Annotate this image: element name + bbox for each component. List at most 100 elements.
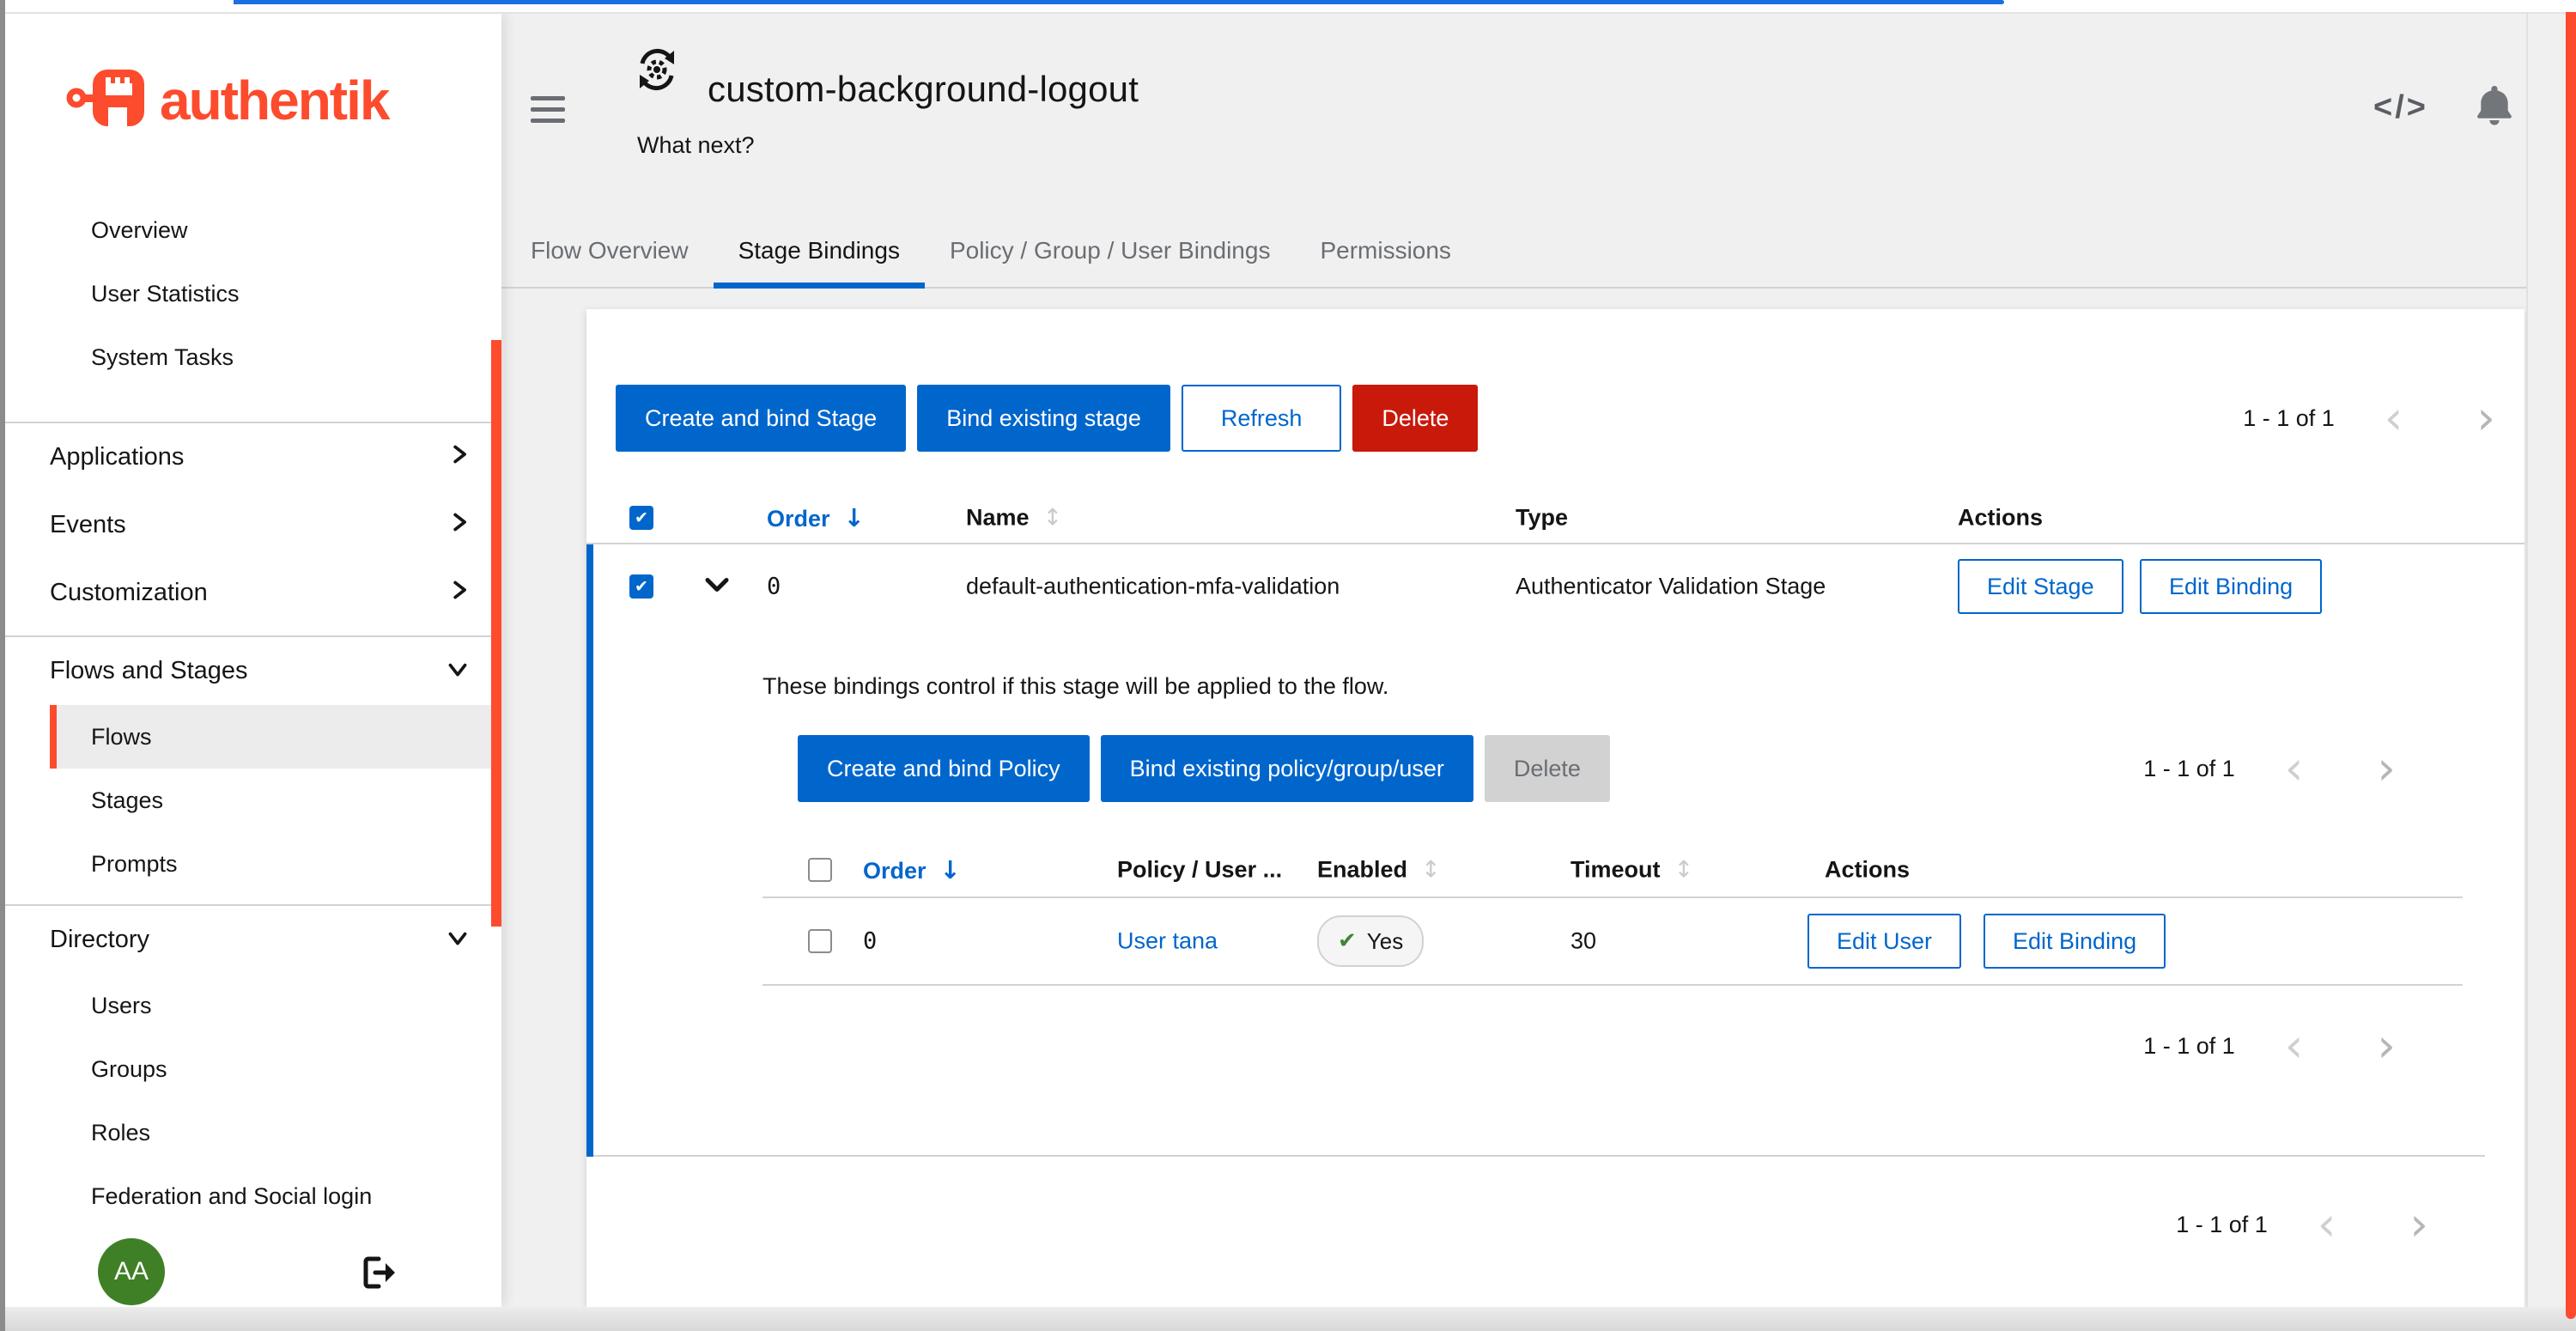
next-page-icon[interactable]: ›: [2377, 751, 2396, 786]
pagination-range: 1 - 1 of 1: [2243, 405, 2335, 432]
edit-binding-button[interactable]: Edit Binding: [2140, 559, 2322, 614]
notifications-bell-icon[interactable]: [2475, 84, 2514, 131]
enabled-badge: ✔ Yes: [1317, 915, 1424, 967]
check-icon: ✔: [635, 579, 648, 595]
row-checkbox[interactable]: ✔: [629, 574, 653, 599]
page-scrollbar-thumb[interactable]: [2566, 12, 2576, 1319]
create-and-bind-stage-button[interactable]: Create and bind Stage: [616, 385, 906, 452]
sidebar-item-events[interactable]: Events: [5, 491, 501, 559]
edit-stage-button[interactable]: Edit Stage: [1958, 559, 2123, 614]
api-code-icon[interactable]: </>: [2373, 89, 2428, 126]
column-header-timeout[interactable]: Timeout↕: [1571, 857, 1693, 884]
previous-page-icon[interactable]: ‹: [2318, 1207, 2336, 1242]
sidebar-item-flows[interactable]: Flows: [50, 705, 501, 769]
sort-icon: ↕: [1043, 505, 1063, 532]
sidebar-item-system-tasks[interactable]: System Tasks: [5, 325, 501, 389]
sidebar-item-label: Prompts: [91, 851, 178, 878]
column-header-actions: Actions: [1825, 857, 1910, 884]
delete-button[interactable]: Delete: [1352, 385, 1478, 452]
next-page-icon[interactable]: ›: [2409, 1207, 2428, 1242]
sidebar-item-label: Applications: [50, 443, 184, 471]
tab-bar: Flow Overview Stage Bindings Policy / Gr…: [501, 215, 2526, 289]
sidebar-item-label: Roles: [91, 1120, 150, 1146]
menu-toggle-icon[interactable]: [531, 96, 565, 123]
window-bottom-edge: [0, 1307, 2576, 1331]
sidebar-item-stages[interactable]: Stages: [5, 769, 501, 832]
select-all-checkbox[interactable]: ✔: [629, 506, 653, 530]
bind-existing-stage-button[interactable]: Bind existing stage: [917, 385, 1170, 452]
refresh-button[interactable]: Refresh: [1182, 385, 1342, 452]
sidebar-item-flows-and-stages[interactable]: Flows and Stages: [5, 637, 501, 705]
expanded-row-container: ✔ 0 default-authentication-mfa-validatio…: [586, 544, 2524, 1157]
avatar[interactable]: AA: [98, 1238, 165, 1305]
bind-existing-policy-button[interactable]: Bind existing policy/group/user: [1101, 735, 1473, 802]
sidebar-item-roles[interactable]: Roles: [5, 1101, 501, 1164]
check-icon: ✔: [1338, 930, 1357, 952]
sidebar-item-label: Flows and Stages: [50, 657, 248, 685]
sidebar-item-label: Users: [91, 993, 152, 1019]
row-checkbox[interactable]: [808, 929, 832, 953]
policy-bindings-toolbar: Create and bind Policy Bind existing pol…: [798, 735, 1610, 802]
policy-table-row: 0 User tana ✔ Yes 30 Edit User Edit Bind…: [593, 898, 2524, 984]
tab-permissions[interactable]: Permissions: [1295, 215, 1475, 287]
pagination-range: 1 - 1 of 1: [2143, 756, 2235, 782]
sidebar-item-overview[interactable]: Overview: [5, 198, 501, 262]
collapse-caret-icon[interactable]: [704, 574, 730, 600]
column-header-type: Type: [1516, 505, 1568, 532]
stage-bindings-card: Create and bind Stage Bind existing stag…: [586, 309, 2524, 1307]
sidebar-item-federation-social-login[interactable]: Federation and Social login: [5, 1164, 501, 1228]
sort-icon: ↕: [1421, 857, 1441, 884]
cell-timeout: 30: [1571, 928, 1596, 955]
authentik-logo-icon: [65, 60, 151, 140]
cell-order: 0: [863, 928, 877, 955]
page-title: custom-background-logout: [708, 64, 1139, 115]
column-header-enabled[interactable]: Enabled↕: [1317, 857, 1441, 884]
tab-label: Policy / Group / User Bindings: [950, 237, 1271, 264]
sidebar-item-user-statistics[interactable]: User Statistics: [5, 262, 501, 325]
chevron-down-icon: [447, 926, 469, 954]
logout-icon[interactable]: [361, 1255, 398, 1294]
edit-user-button[interactable]: Edit User: [1807, 914, 1961, 969]
sidebar-item-label: Federation and Social login: [91, 1183, 372, 1210]
page-subtitle: What next?: [637, 132, 755, 159]
sidebar-item-applications[interactable]: Applications: [5, 423, 501, 491]
main-content: custom-background-logout What next? </> …: [501, 12, 2526, 1307]
previous-page-icon[interactable]: ‹: [2285, 1029, 2304, 1063]
column-header-name[interactable]: Name↕: [966, 505, 1062, 532]
tab-policy-group-user-bindings[interactable]: Policy / Group / User Bindings: [925, 215, 1296, 287]
sidebar-item-label: Flows: [91, 724, 152, 751]
column-header-order[interactable]: Order↓: [863, 855, 961, 884]
tab-stage-bindings[interactable]: Stage Bindings: [714, 215, 925, 287]
sidebar-item-label: Directory: [50, 926, 149, 954]
sidebar-item-groups[interactable]: Groups: [5, 1037, 501, 1101]
tab-label: Flow Overview: [531, 237, 689, 264]
cell-name: default-authentication-mfa-validation: [966, 574, 1340, 600]
page-load-progress-bar: [234, 0, 2004, 4]
chevron-right-icon: [450, 511, 469, 540]
sort-desc-icon: ↓: [940, 855, 961, 884]
sidebar-item-customization[interactable]: Customization: [5, 559, 501, 627]
tab-flow-overview[interactable]: Flow Overview: [506, 215, 714, 287]
delete-policy-binding-button[interactable]: Delete: [1485, 735, 1610, 802]
nested-pagination-top: 1 - 1 of 1 ‹ ›: [2143, 735, 2396, 802]
create-and-bind-policy-button[interactable]: Create and bind Policy: [798, 735, 1090, 802]
sidebar-item-label: Stages: [91, 787, 163, 814]
sidebar-item-users[interactable]: Users: [5, 974, 501, 1037]
column-header-order[interactable]: Order↓: [767, 503, 865, 532]
pagination-range: 1 - 1 of 1: [2176, 1212, 2268, 1238]
sidebar-item-directory[interactable]: Directory: [5, 906, 501, 974]
next-page-icon[interactable]: ›: [2377, 1029, 2396, 1063]
select-all-checkbox[interactable]: [808, 858, 832, 882]
sidebar-scrollbar-thumb[interactable]: [491, 340, 501, 927]
previous-page-icon[interactable]: ‹: [2385, 401, 2403, 435]
user-link[interactable]: User tana: [1117, 928, 1218, 955]
authentik-wordmark: authentik: [160, 69, 388, 132]
authentik-logo[interactable]: authentik: [5, 12, 501, 188]
next-page-icon[interactable]: ›: [2476, 401, 2495, 435]
sort-desc-icon: ↓: [844, 503, 865, 532]
sidebar-item-prompts[interactable]: Prompts: [5, 832, 501, 896]
pagination-bottom: 1 - 1 of 1 ‹ ›: [2176, 1197, 2428, 1252]
edit-binding-button[interactable]: Edit Binding: [1984, 914, 2166, 969]
window-left-scrollbar[interactable]: [0, 0, 5, 1331]
previous-page-icon[interactable]: ‹: [2285, 751, 2304, 786]
